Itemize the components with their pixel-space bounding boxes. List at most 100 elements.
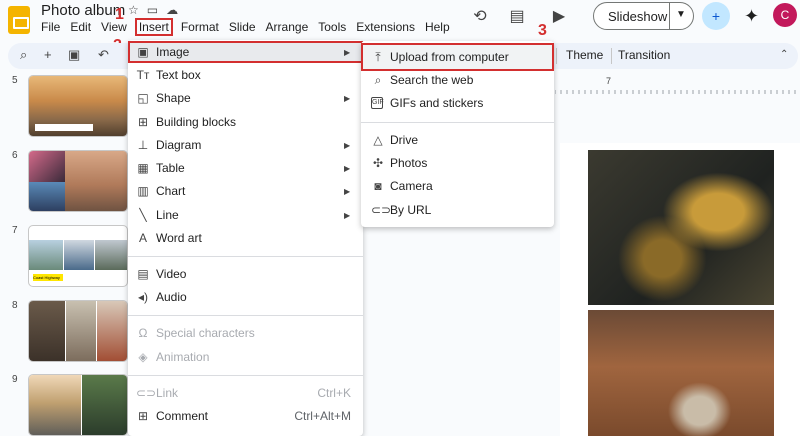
slide-number: 8 bbox=[12, 300, 18, 311]
new-slide-icon[interactable]: + bbox=[44, 47, 52, 62]
slide-photo bbox=[82, 375, 127, 435]
shortcut-label: Ctrl+Alt+M bbox=[294, 409, 351, 423]
chevron-down-icon[interactable]: ▼ bbox=[676, 9, 686, 20]
gemini-sparkle-icon[interactable]: ✦ bbox=[744, 6, 759, 27]
building-blocks-icon: ⊞ bbox=[137, 115, 149, 129]
menu-item-table[interactable]: ▦ Table ▶ bbox=[128, 157, 363, 179]
menu-format[interactable]: Format bbox=[181, 20, 219, 34]
slide-photo bbox=[29, 151, 65, 182]
slide-photo bbox=[95, 240, 127, 270]
submenu-item-upload-from-computer[interactable]: ⤒ Upload from computer bbox=[361, 43, 554, 71]
search-icon[interactable]: ⌕ bbox=[20, 47, 27, 63]
insert-menu: ▣ Image ▶ Tт Text box ◱ Shape ▶ ⊞ Buildi… bbox=[128, 40, 363, 436]
audio-icon: ◂) bbox=[137, 290, 149, 304]
slide-caption: Coast Highway bbox=[33, 274, 63, 281]
slide-photo bbox=[29, 301, 65, 361]
menu-item-link[interactable]: ⊂⊃ Link Ctrl+K bbox=[128, 382, 363, 404]
menu-item-comment[interactable]: ⊞ Comment Ctrl+Alt+M bbox=[128, 405, 363, 427]
slideshow-button[interactable]: Slideshow ▼ bbox=[593, 2, 694, 30]
menu-slide[interactable]: Slide bbox=[229, 20, 256, 34]
submenu-item-by-url[interactable]: ⊂⊃ By URL bbox=[361, 199, 554, 221]
menu-item-building-blocks[interactable]: ⊞ Building blocks bbox=[128, 111, 363, 133]
ruler-mark: 7 bbox=[606, 76, 612, 86]
star-icon[interactable]: ☆ bbox=[128, 3, 139, 17]
move-folder-icon[interactable]: ▭ bbox=[147, 3, 158, 17]
video-icon: ▤ bbox=[137, 267, 149, 281]
diagram-icon: ⊥ bbox=[137, 138, 149, 152]
menu-item-diagram[interactable]: ⊥ Diagram ▶ bbox=[128, 134, 363, 156]
camera-icon: ◙ bbox=[374, 179, 382, 193]
menu-item-image[interactable]: ▣ Image ▶ bbox=[128, 41, 363, 63]
menu-tools[interactable]: Tools bbox=[318, 20, 346, 34]
chevron-up-icon[interactable]: ⌃ bbox=[780, 49, 788, 60]
menu-item-video[interactable]: ▤ Video bbox=[128, 263, 363, 285]
theme-button[interactable]: Theme bbox=[566, 48, 603, 62]
menu-item-word-art[interactable]: A Word art bbox=[128, 227, 363, 249]
submenu-item-camera[interactable]: ◙ Camera bbox=[361, 175, 554, 197]
gif-icon: GIF bbox=[371, 97, 384, 109]
slide-thumbnail-8[interactable] bbox=[28, 300, 128, 362]
submenu-item-photos[interactable]: ✣ Photos bbox=[361, 152, 554, 174]
undo-icon[interactable]: ↶ bbox=[98, 47, 109, 63]
submenu-item-drive[interactable]: △ Drive bbox=[361, 129, 554, 151]
menu-item-text-box[interactable]: Tт Text box bbox=[128, 64, 363, 86]
share-button[interactable]: + bbox=[702, 2, 730, 30]
slide-photo bbox=[29, 375, 81, 435]
slide-photo bbox=[29, 240, 63, 270]
comments-icon[interactable]: ▤ bbox=[504, 3, 530, 29]
slide-photo bbox=[64, 240, 94, 270]
menu-item-audio[interactable]: ◂) Audio bbox=[128, 286, 363, 308]
shape-icon: ◱ bbox=[137, 91, 149, 105]
menu-help[interactable]: Help bbox=[425, 20, 450, 34]
step-marker-1: 1 bbox=[115, 6, 124, 23]
submenu-item-gifs-and-stickers[interactable]: GIF GIFs and stickers bbox=[361, 92, 554, 114]
meet-icon[interactable]: ▶ bbox=[546, 3, 572, 29]
image-icon: ▣ bbox=[137, 45, 149, 59]
transition-button[interactable]: Transition bbox=[618, 48, 670, 62]
document-title[interactable]: Photo album bbox=[41, 2, 125, 19]
menu-item-chart[interactable]: ▥ Chart ▶ bbox=[128, 180, 363, 202]
slide-photo bbox=[97, 301, 127, 361]
slide-image-cafe[interactable] bbox=[588, 310, 774, 436]
slide-photo bbox=[65, 151, 127, 211]
menu-insert[interactable]: Insert bbox=[134, 18, 173, 36]
menu-arrange[interactable]: Arrange bbox=[266, 20, 309, 34]
slide-caption-box bbox=[35, 124, 93, 131]
slide-photo bbox=[66, 301, 96, 361]
slide-thumbnail-6[interactable] bbox=[28, 150, 128, 212]
cloud-status-icon[interactable]: ☁ bbox=[166, 3, 178, 17]
avatar[interactable]: C bbox=[773, 3, 797, 27]
menu-file[interactable]: File bbox=[41, 20, 60, 34]
menu-edit[interactable]: Edit bbox=[70, 20, 91, 34]
version-history-icon[interactable]: ⟲ bbox=[467, 3, 493, 29]
submenu-arrow-icon: ▶ bbox=[344, 210, 351, 220]
slides-logo-icon[interactable] bbox=[8, 6, 30, 34]
word-art-icon: A bbox=[138, 231, 147, 245]
submenu-arrow-icon: ▶ bbox=[344, 140, 351, 150]
drive-icon: △ bbox=[373, 133, 383, 147]
horizontal-ruler bbox=[555, 84, 800, 94]
slide-number: 7 bbox=[12, 225, 18, 236]
image-submenu: ⤒ Upload from computer ⌕ Search the web … bbox=[361, 41, 554, 227]
slide-image-leaves[interactable] bbox=[588, 150, 774, 305]
menu-item-shape[interactable]: ◱ Shape ▶ bbox=[128, 87, 363, 109]
slide-thumbnail-7[interactable]: Coast Highway bbox=[28, 225, 128, 287]
layout-icon[interactable]: ▣ bbox=[68, 47, 80, 63]
upload-icon: ⤒ bbox=[375, 49, 381, 64]
shortcut-label: Ctrl+K bbox=[317, 386, 351, 400]
photos-icon: ✣ bbox=[372, 156, 384, 170]
menu-extensions[interactable]: Extensions bbox=[356, 20, 415, 34]
menu-bar: File Edit View Insert Format Slide Arran… bbox=[41, 18, 460, 36]
table-icon: ▦ bbox=[137, 161, 149, 175]
submenu-item-search-the-web[interactable]: ⌕ Search the web bbox=[361, 69, 554, 91]
menu-item-special-characters[interactable]: Ω Special characters bbox=[128, 322, 363, 344]
submenu-arrow-icon: ▶ bbox=[344, 186, 351, 196]
step-marker-3: 3 bbox=[538, 22, 547, 39]
slide-thumbnail-9[interactable] bbox=[28, 374, 128, 436]
menu-item-animation[interactable]: ◈ Animation bbox=[128, 346, 363, 368]
slide-number: 9 bbox=[12, 374, 18, 385]
menu-item-line[interactable]: ╲ Line ▶ bbox=[128, 204, 363, 226]
slide-thumbnail-5[interactable] bbox=[28, 75, 128, 137]
text-box-icon: Tт bbox=[136, 68, 150, 82]
animation-icon: ◈ bbox=[138, 350, 148, 364]
